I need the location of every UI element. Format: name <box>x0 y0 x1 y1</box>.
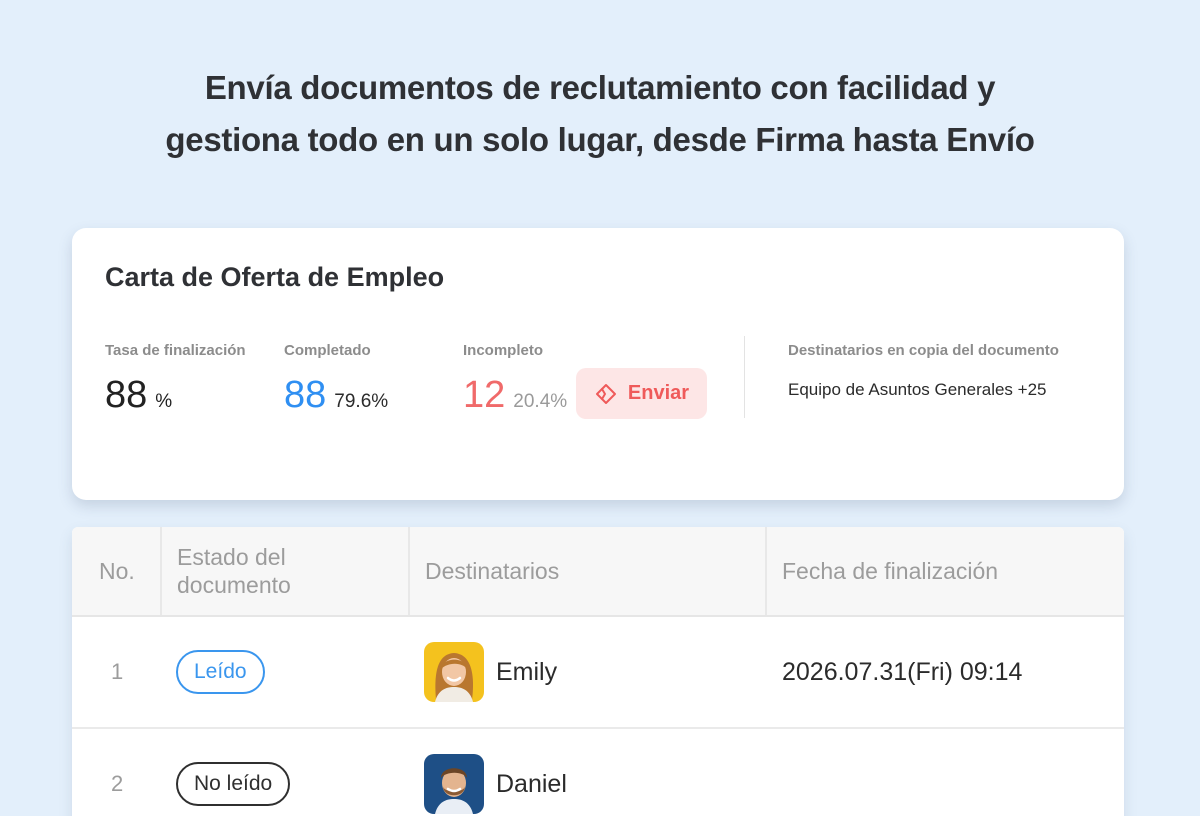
page-headline: Envía documentos de reclutamiento con fa… <box>0 62 1200 166</box>
completed-label: Completado <box>284 342 371 359</box>
table-row[interactable]: 1 Leído Emily 2026.07.31(Fri) 09:14 <box>72 617 1124 729</box>
column-divider <box>408 527 410 615</box>
cc-recipients: Equipo de Asuntos Generales +25 <box>788 380 1047 399</box>
status-badge: No leído <box>176 762 291 806</box>
completed-value: 88 <box>284 374 327 416</box>
avatar <box>424 642 484 702</box>
stats-divider <box>744 336 745 418</box>
column-header-status[interactable]: Estado del documento <box>177 527 357 615</box>
headline-line-1: Envía documentos de reclutamiento con fa… <box>204 69 996 106</box>
avatar <box>424 754 484 814</box>
row-number: 1 <box>111 659 124 684</box>
column-header-recipients[interactable]: Destinatarios <box>425 527 559 615</box>
send-button[interactable]: Enviar <box>576 368 707 419</box>
status-badge: Leído <box>176 650 265 694</box>
incomplete-value: 12 <box>463 374 506 416</box>
recipients-table: No. Estado del documento Destinatarios F… <box>72 527 1124 816</box>
column-header-no[interactable]: No. <box>99 527 135 615</box>
row-number: 2 <box>111 771 124 796</box>
document-title: Carta de Oferta de Empleo <box>105 262 445 292</box>
incomplete-percent: 20.4% <box>513 391 568 412</box>
send-button-label: Enviar <box>627 382 690 404</box>
recipient-name: Emily <box>496 657 558 686</box>
column-header-completion-date[interactable]: Fecha de finalización <box>782 527 998 615</box>
table-header: No. Estado del documento Destinatarios F… <box>72 527 1124 617</box>
completion-rate-stat: 88 % <box>105 374 172 417</box>
cc-label: Destinatarios en copia del documento <box>788 342 1059 359</box>
recipient-cell[interactable]: Daniel <box>424 729 567 816</box>
completed-stat: 88 79.6% <box>284 374 388 417</box>
headline-line-2: gestiona todo en un solo lugar, desde Fi… <box>165 121 1035 158</box>
column-divider <box>765 527 767 615</box>
completion-rate-unit: % <box>155 391 173 412</box>
completed-percent: 79.6% <box>334 391 389 412</box>
recipient-cell[interactable]: Emily <box>424 617 557 727</box>
send-icon <box>594 382 618 406</box>
incomplete-stat: 12 20.4% <box>463 374 567 417</box>
completion-rate-label: Tasa de finalización <box>105 342 246 359</box>
incomplete-label: Incompleto <box>463 342 544 359</box>
column-divider <box>160 527 162 615</box>
recipient-name: Daniel <box>496 769 567 798</box>
completion-rate-value: 88 <box>105 374 148 416</box>
table-row[interactable]: 2 No leído Daniel <box>72 729 1124 816</box>
summary-card: Carta de Oferta de Empleo Tasa de finali… <box>72 228 1124 500</box>
completion-date: 2026.07.31(Fri) 09:14 <box>782 657 1023 686</box>
